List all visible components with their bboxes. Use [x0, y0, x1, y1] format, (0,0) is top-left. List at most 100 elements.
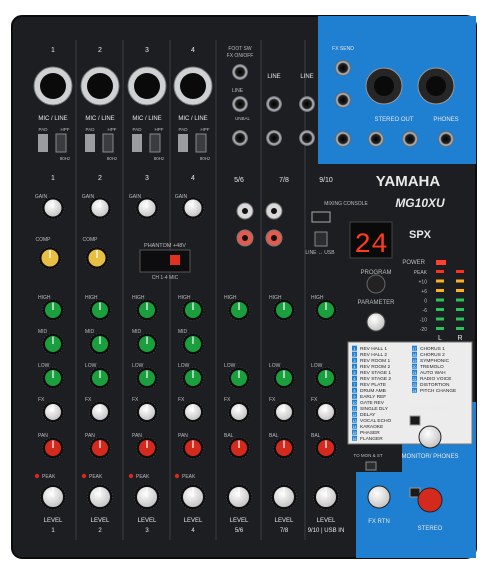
fx-knob[interactable]: [42, 401, 64, 423]
level-knob[interactable]: [40, 484, 66, 510]
monitor-phones-knob[interactable]: [418, 425, 442, 449]
pad-switch[interactable]: [178, 134, 188, 152]
pad-switch[interactable]: [85, 134, 95, 152]
fx-knob[interactable]: [89, 401, 111, 423]
stereo-mute-switch[interactable]: [409, 415, 421, 426]
eq-mid-knob[interactable]: [89, 333, 111, 355]
level-label: LEVEL: [317, 518, 336, 524]
xlr-socket: [134, 73, 160, 99]
fx-knob[interactable]: [228, 401, 250, 423]
fx-knob[interactable]: [273, 401, 295, 423]
eq-low-knob[interactable]: [315, 367, 337, 389]
pan-knob[interactable]: [89, 437, 111, 459]
phantom-switch[interactable]: [170, 255, 180, 265]
eq-high-knob[interactable]: [182, 299, 204, 321]
hpf-switch[interactable]: [55, 133, 67, 153]
program-name: GATE REV: [360, 400, 385, 406]
gain-knob[interactable]: [88, 196, 112, 220]
eq-high-knob[interactable]: [315, 299, 337, 321]
eq-mid-label: MID: [38, 329, 48, 335]
program-number: 2: [354, 353, 356, 357]
fx-knob[interactable]: [182, 401, 204, 423]
level-knob[interactable]: [134, 484, 160, 510]
power-led: [436, 260, 446, 265]
program-number: 6: [354, 377, 356, 381]
pan-knob[interactable]: [42, 437, 64, 459]
pan-knob[interactable]: [136, 437, 158, 459]
level-knob[interactable]: [271, 484, 297, 510]
eq-high-knob[interactable]: [89, 299, 111, 321]
meter-led-right: [456, 317, 464, 321]
eq-low-knob[interactable]: [273, 367, 295, 389]
fx-knob[interactable]: [315, 401, 337, 423]
line-label-910: LINE: [300, 74, 313, 80]
hpf-switch[interactable]: [102, 133, 114, 153]
program-name: SINGLE DLY: [360, 406, 389, 412]
fx-rtn-knob[interactable]: [367, 485, 391, 509]
eq-low-knob[interactable]: [228, 367, 250, 389]
comp-knob[interactable]: [38, 246, 62, 270]
stereo-level-knob[interactable]: [417, 487, 443, 513]
brand-subtitle: MIXING CONSOLE: [324, 201, 368, 207]
program-number: 18: [413, 353, 417, 357]
gain-knob[interactable]: [135, 196, 159, 220]
eq-low-label: LOW: [224, 363, 236, 369]
hpf-switch[interactable]: [149, 133, 161, 153]
stereo-channel-7/8: 7/8: [279, 177, 289, 184]
program-name: REV STAGE 1: [360, 370, 391, 376]
eq-mid-knob[interactable]: [42, 333, 64, 355]
meter-led-right: [456, 270, 464, 273]
program-name: PITCH CHANGE: [420, 388, 456, 394]
program-knob[interactable]: [366, 274, 386, 294]
program-number: 20: [413, 365, 417, 369]
eq-low-knob[interactable]: [136, 367, 158, 389]
meter-led-right: [456, 279, 464, 283]
fx-knob[interactable]: [136, 401, 158, 423]
gain-knob[interactable]: [41, 196, 65, 220]
fx-rtn-label: FX RTN: [368, 519, 390, 525]
pan-label: PAN: [178, 433, 188, 439]
pad-switch[interactable]: [38, 134, 48, 152]
spx-logo: SPX: [409, 229, 432, 241]
level-knob[interactable]: [313, 484, 339, 510]
eq-low-knob[interactable]: [182, 367, 204, 389]
level-number: 5/6: [235, 528, 244, 534]
program-name: RADIO VOICE: [420, 376, 451, 382]
level-knob[interactable]: [87, 484, 113, 510]
program-number: 11: [353, 407, 357, 411]
eq-high-knob[interactable]: [42, 299, 64, 321]
hpf-label: HPF: [61, 127, 70, 132]
program-name: FLANGER: [360, 436, 383, 442]
usb-switch[interactable]: [314, 231, 328, 247]
eq-mid-knob[interactable]: [136, 333, 158, 355]
meter-scale-label: -10: [420, 318, 427, 324]
to-mon-switch[interactable]: [365, 461, 377, 471]
pan-knob[interactable]: [273, 437, 295, 459]
gain-knob[interactable]: [181, 196, 205, 220]
level-knob[interactable]: [180, 484, 206, 510]
eq-low-knob[interactable]: [42, 367, 64, 389]
hpf-switch[interactable]: [195, 133, 207, 153]
program-number: 10: [353, 401, 357, 405]
pan-label: BAL: [311, 433, 321, 439]
hpf-freq-label: 80Hz: [107, 156, 118, 161]
program-name: DELAY: [360, 412, 376, 418]
pan-label: PAN: [38, 433, 48, 439]
eq-high-knob[interactable]: [136, 299, 158, 321]
eq-mid-knob[interactable]: [182, 333, 204, 355]
stereo-channel-number: 5/6: [234, 177, 244, 184]
meter-scale-label: -6: [423, 308, 428, 314]
parameter-knob[interactable]: [366, 312, 386, 332]
pan-knob[interactable]: [228, 437, 250, 459]
level-knob[interactable]: [226, 484, 252, 510]
fx-send-knob-label: FX: [85, 397, 92, 403]
eq-mid-label: MID: [132, 329, 142, 335]
eq-high-knob[interactable]: [273, 299, 295, 321]
comp-knob[interactable]: [85, 246, 109, 270]
pad-switch[interactable]: [132, 134, 142, 152]
pan-knob[interactable]: [315, 437, 337, 459]
pan-knob[interactable]: [182, 437, 204, 459]
eq-low-knob[interactable]: [89, 367, 111, 389]
program-name: REV HALL 1: [360, 346, 387, 352]
eq-high-knob[interactable]: [228, 299, 250, 321]
